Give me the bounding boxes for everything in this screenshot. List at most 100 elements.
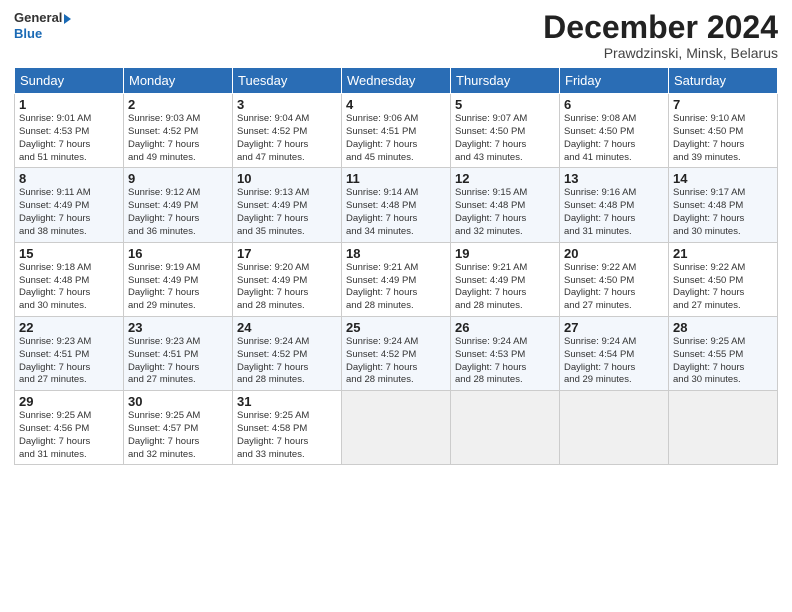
calendar-cell: 29Sunrise: 9:25 AMSunset: 4:56 PMDayligh… <box>15 391 124 465</box>
calendar-cell: 3Sunrise: 9:04 AMSunset: 4:52 PMDaylight… <box>233 94 342 168</box>
day-number: 24 <box>237 320 337 335</box>
day-number: 29 <box>19 394 119 409</box>
calendar-cell: 10Sunrise: 9:13 AMSunset: 4:49 PMDayligh… <box>233 168 342 242</box>
calendar-week-1: 1Sunrise: 9:01 AMSunset: 4:53 PMDaylight… <box>15 94 778 168</box>
day-detail: Sunrise: 9:22 AMSunset: 4:50 PMDaylight:… <box>564 262 636 311</box>
calendar-cell <box>451 391 560 465</box>
col-friday: Friday <box>560 68 669 94</box>
calendar-cell: 16Sunrise: 9:19 AMSunset: 4:49 PMDayligh… <box>124 242 233 316</box>
day-detail: Sunrise: 9:23 AMSunset: 4:51 PMDaylight:… <box>19 336 91 385</box>
day-number: 9 <box>128 171 228 186</box>
day-number: 26 <box>455 320 555 335</box>
day-number: 20 <box>564 246 664 261</box>
day-number: 4 <box>346 97 446 112</box>
calendar-cell: 23Sunrise: 9:23 AMSunset: 4:51 PMDayligh… <box>124 316 233 390</box>
header-row: Sunday Monday Tuesday Wednesday Thursday… <box>15 68 778 94</box>
day-number: 27 <box>564 320 664 335</box>
day-number: 21 <box>673 246 773 261</box>
day-detail: Sunrise: 9:24 AMSunset: 4:52 PMDaylight:… <box>346 336 418 385</box>
day-number: 19 <box>455 246 555 261</box>
day-number: 10 <box>237 171 337 186</box>
calendar-week-4: 22Sunrise: 9:23 AMSunset: 4:51 PMDayligh… <box>15 316 778 390</box>
day-number: 11 <box>346 171 446 186</box>
calendar-cell: 12Sunrise: 9:15 AMSunset: 4:48 PMDayligh… <box>451 168 560 242</box>
header: General Blue December 2024 Prawdzinski, … <box>14 10 778 61</box>
day-detail: Sunrise: 9:22 AMSunset: 4:50 PMDaylight:… <box>673 262 745 311</box>
day-number: 1 <box>19 97 119 112</box>
day-number: 13 <box>564 171 664 186</box>
calendar-cell: 26Sunrise: 9:24 AMSunset: 4:53 PMDayligh… <box>451 316 560 390</box>
calendar-cell: 31Sunrise: 9:25 AMSunset: 4:58 PMDayligh… <box>233 391 342 465</box>
calendar-cell: 30Sunrise: 9:25 AMSunset: 4:57 PMDayligh… <box>124 391 233 465</box>
day-detail: Sunrise: 9:20 AMSunset: 4:49 PMDaylight:… <box>237 262 309 311</box>
logo-icon-shape <box>64 14 71 24</box>
day-detail: Sunrise: 9:19 AMSunset: 4:49 PMDaylight:… <box>128 262 200 311</box>
day-number: 25 <box>346 320 446 335</box>
day-number: 15 <box>19 246 119 261</box>
day-detail: Sunrise: 9:14 AMSunset: 4:48 PMDaylight:… <box>346 187 418 236</box>
day-detail: Sunrise: 9:10 AMSunset: 4:50 PMDaylight:… <box>673 113 745 162</box>
calendar-cell <box>342 391 451 465</box>
logo: General Blue <box>14 10 71 41</box>
day-detail: Sunrise: 9:25 AMSunset: 4:58 PMDaylight:… <box>237 410 309 459</box>
calendar-cell: 14Sunrise: 9:17 AMSunset: 4:48 PMDayligh… <box>669 168 778 242</box>
day-detail: Sunrise: 9:08 AMSunset: 4:50 PMDaylight:… <box>564 113 636 162</box>
day-number: 17 <box>237 246 337 261</box>
calendar-cell: 1Sunrise: 9:01 AMSunset: 4:53 PMDaylight… <box>15 94 124 168</box>
col-thursday: Thursday <box>451 68 560 94</box>
month-title: December 2024 <box>543 10 778 45</box>
day-detail: Sunrise: 9:23 AMSunset: 4:51 PMDaylight:… <box>128 336 200 385</box>
col-saturday: Saturday <box>669 68 778 94</box>
day-number: 22 <box>19 320 119 335</box>
calendar-cell: 7Sunrise: 9:10 AMSunset: 4:50 PMDaylight… <box>669 94 778 168</box>
day-detail: Sunrise: 9:11 AMSunset: 4:49 PMDaylight:… <box>19 187 91 236</box>
calendar-cell: 9Sunrise: 9:12 AMSunset: 4:49 PMDaylight… <box>124 168 233 242</box>
location-subtitle: Prawdzinski, Minsk, Belarus <box>543 45 778 61</box>
day-detail: Sunrise: 9:04 AMSunset: 4:52 PMDaylight:… <box>237 113 309 162</box>
logo-text: General Blue <box>14 10 71 41</box>
calendar-cell: 28Sunrise: 9:25 AMSunset: 4:55 PMDayligh… <box>669 316 778 390</box>
col-tuesday: Tuesday <box>233 68 342 94</box>
day-detail: Sunrise: 9:25 AMSunset: 4:57 PMDaylight:… <box>128 410 200 459</box>
day-number: 8 <box>19 171 119 186</box>
day-detail: Sunrise: 9:21 AMSunset: 4:49 PMDaylight:… <box>346 262 418 311</box>
day-detail: Sunrise: 9:16 AMSunset: 4:48 PMDaylight:… <box>564 187 636 236</box>
calendar-cell: 6Sunrise: 9:08 AMSunset: 4:50 PMDaylight… <box>560 94 669 168</box>
col-sunday: Sunday <box>15 68 124 94</box>
calendar-cell: 25Sunrise: 9:24 AMSunset: 4:52 PMDayligh… <box>342 316 451 390</box>
day-number: 31 <box>237 394 337 409</box>
day-detail: Sunrise: 9:17 AMSunset: 4:48 PMDaylight:… <box>673 187 745 236</box>
day-detail: Sunrise: 9:24 AMSunset: 4:53 PMDaylight:… <box>455 336 527 385</box>
calendar-cell: 24Sunrise: 9:24 AMSunset: 4:52 PMDayligh… <box>233 316 342 390</box>
calendar-cell: 4Sunrise: 9:06 AMSunset: 4:51 PMDaylight… <box>342 94 451 168</box>
day-detail: Sunrise: 9:24 AMSunset: 4:52 PMDaylight:… <box>237 336 309 385</box>
page-container: General Blue December 2024 Prawdzinski, … <box>0 0 792 471</box>
col-monday: Monday <box>124 68 233 94</box>
calendar-cell: 18Sunrise: 9:21 AMSunset: 4:49 PMDayligh… <box>342 242 451 316</box>
day-number: 18 <box>346 246 446 261</box>
calendar-cell: 11Sunrise: 9:14 AMSunset: 4:48 PMDayligh… <box>342 168 451 242</box>
day-detail: Sunrise: 9:24 AMSunset: 4:54 PMDaylight:… <box>564 336 636 385</box>
day-detail: Sunrise: 9:21 AMSunset: 4:49 PMDaylight:… <box>455 262 527 311</box>
day-number: 23 <box>128 320 228 335</box>
calendar-cell: 21Sunrise: 9:22 AMSunset: 4:50 PMDayligh… <box>669 242 778 316</box>
calendar-cell <box>560 391 669 465</box>
calendar-cell: 8Sunrise: 9:11 AMSunset: 4:49 PMDaylight… <box>15 168 124 242</box>
day-number: 5 <box>455 97 555 112</box>
col-wednesday: Wednesday <box>342 68 451 94</box>
day-number: 14 <box>673 171 773 186</box>
day-detail: Sunrise: 9:13 AMSunset: 4:49 PMDaylight:… <box>237 187 309 236</box>
day-number: 6 <box>564 97 664 112</box>
calendar-week-5: 29Sunrise: 9:25 AMSunset: 4:56 PMDayligh… <box>15 391 778 465</box>
day-number: 12 <box>455 171 555 186</box>
day-number: 3 <box>237 97 337 112</box>
calendar-cell <box>669 391 778 465</box>
day-number: 2 <box>128 97 228 112</box>
day-detail: Sunrise: 9:01 AMSunset: 4:53 PMDaylight:… <box>19 113 91 162</box>
calendar-cell: 27Sunrise: 9:24 AMSunset: 4:54 PMDayligh… <box>560 316 669 390</box>
day-detail: Sunrise: 9:18 AMSunset: 4:48 PMDaylight:… <box>19 262 91 311</box>
calendar-week-2: 8Sunrise: 9:11 AMSunset: 4:49 PMDaylight… <box>15 168 778 242</box>
day-number: 7 <box>673 97 773 112</box>
calendar-cell: 13Sunrise: 9:16 AMSunset: 4:48 PMDayligh… <box>560 168 669 242</box>
calendar-table: Sunday Monday Tuesday Wednesday Thursday… <box>14 67 778 465</box>
